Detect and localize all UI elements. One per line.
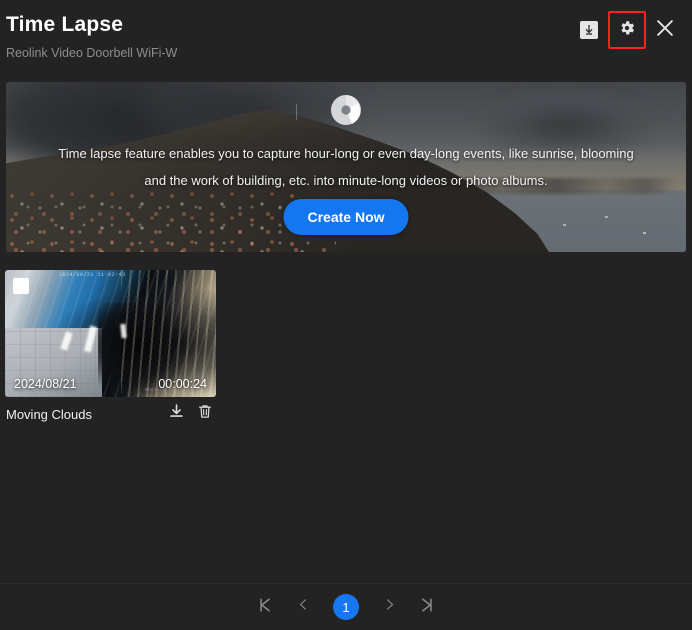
gear-icon: [618, 19, 636, 42]
first-page-icon: [256, 596, 274, 619]
first-page-button[interactable]: [251, 593, 279, 621]
pagination: 1: [0, 583, 692, 630]
thumbnail-osd-timestamp: 2024/08/21 11:02:43: [59, 272, 126, 278]
header-actions: [570, 11, 684, 49]
banner-description: Time lapse feature enables you to captur…: [58, 146, 634, 188]
thumbnail-date: 2024/08/21: [14, 377, 77, 391]
chevron-left-icon: [296, 597, 311, 617]
settings-button[interactable]: [608, 11, 646, 49]
download-icon: [168, 403, 185, 425]
trash-icon: [197, 403, 213, 425]
list-item: 2024/08/21 11:02:43 Reolink Doorbell WiF…: [5, 270, 216, 428]
video-title: Moving Clouds: [6, 406, 92, 422]
close-button[interactable]: [646, 11, 684, 49]
create-now-button[interactable]: Create Now: [283, 199, 409, 235]
card-actions: [166, 404, 215, 424]
aperture-logo-icon: [330, 94, 362, 126]
dialog-header: Time Lapse Reolink Video Doorbell WiFi-W: [0, 0, 692, 70]
promo-banner: Time lapse feature enables you to captur…: [6, 82, 686, 252]
download-all-button[interactable]: [570, 11, 608, 49]
select-checkbox[interactable]: [13, 278, 29, 294]
page-number-1[interactable]: 1: [333, 594, 359, 620]
video-thumbnail[interactable]: 2024/08/21 11:02:43 Reolink Doorbell WiF…: [5, 270, 216, 397]
close-icon: [654, 17, 676, 44]
download-button[interactable]: [166, 404, 186, 424]
delete-button[interactable]: [195, 404, 215, 424]
timelapse-gallery: 2024/08/21 11:02:43 Reolink Doorbell WiF…: [5, 270, 686, 582]
download-icon: [580, 21, 598, 39]
chevron-right-icon: [382, 597, 397, 617]
card-footer: Moving Clouds: [5, 400, 216, 428]
last-page-button[interactable]: [413, 593, 441, 621]
thumbnail-duration: 00:00:24: [158, 377, 207, 391]
last-page-icon: [418, 596, 436, 619]
next-page-button[interactable]: [375, 593, 403, 621]
prev-page-button[interactable]: [289, 593, 317, 621]
